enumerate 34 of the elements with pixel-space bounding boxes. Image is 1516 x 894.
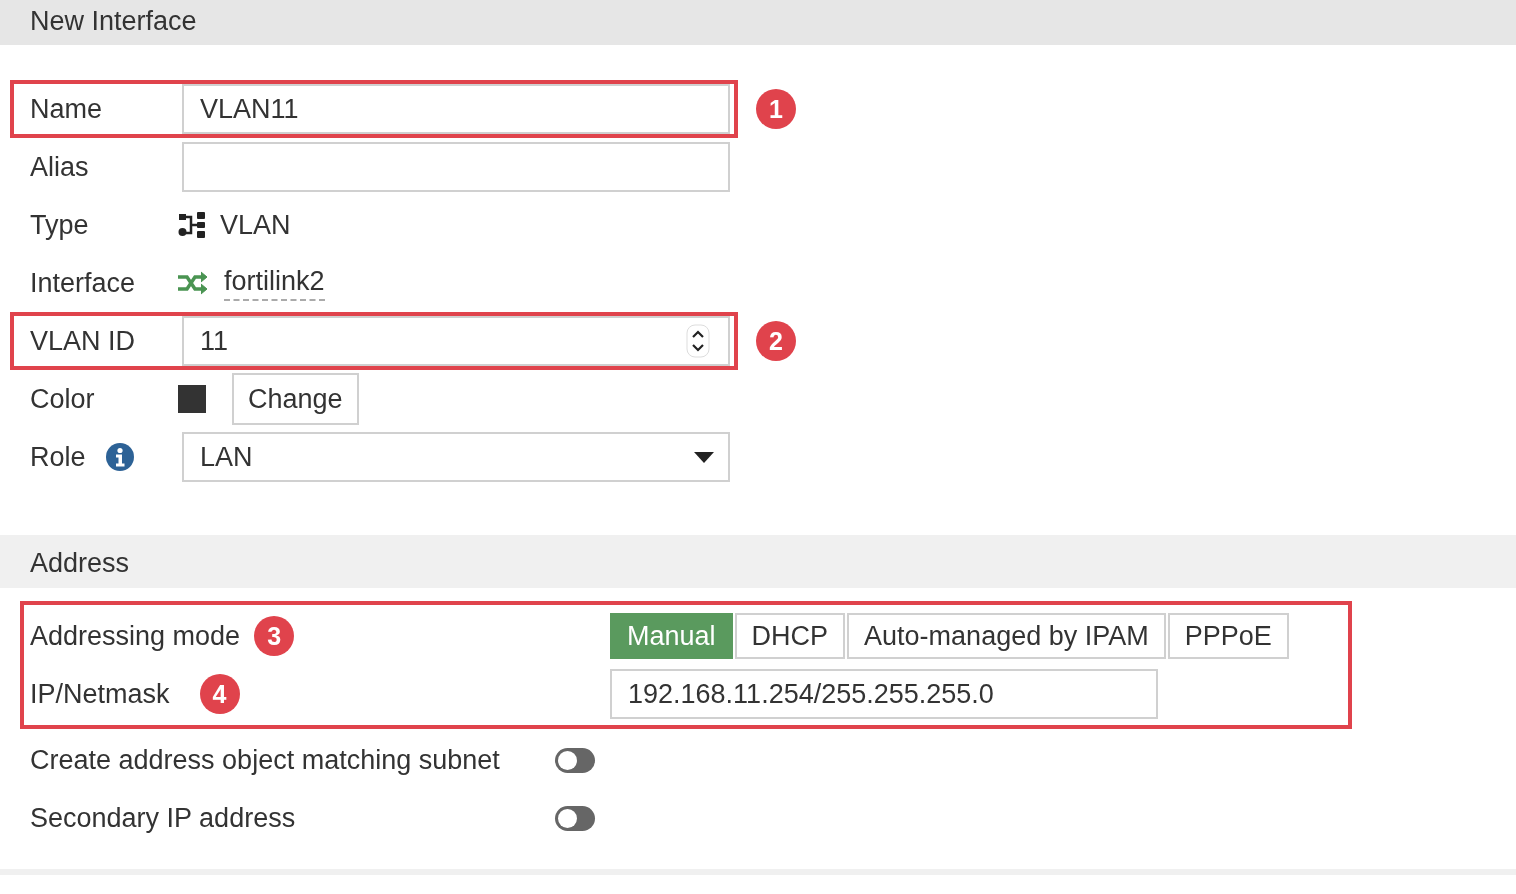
field-label: Type [30, 209, 89, 241]
text-field[interactable]: VLAN11 [182, 84, 730, 134]
ip-netmask-field[interactable]: 192.168.11.254/255.255.255.0 [610, 669, 1158, 719]
spinner-icon[interactable] [686, 324, 710, 358]
info-icon[interactable] [105, 443, 134, 471]
step-badge: 4 [199, 674, 240, 714]
interface-link[interactable]: fortilink2 [224, 265, 325, 301]
toggle-label: Create address object matching subnet [30, 744, 501, 776]
text-field[interactable] [182, 142, 730, 192]
toggle-label: Secondary IP address [30, 802, 297, 834]
mode-option[interactable]: Auto-managed by IPAM [847, 613, 1166, 659]
step-badge: 1 [756, 89, 796, 129]
caret-icon [694, 451, 714, 463]
field-label: Addressing mode [30, 620, 241, 652]
mode-option[interactable]: PPPoE [1167, 613, 1289, 659]
step-badge: 3 [254, 616, 295, 656]
field-label: Color [30, 383, 95, 415]
field-label: VLAN ID [30, 325, 136, 357]
type-value: VLAN [220, 209, 291, 241]
toggle-switch[interactable] [555, 805, 595, 831]
toggle-switch[interactable] [555, 747, 595, 773]
field-label: IP/Netmask [30, 678, 170, 710]
step-badge: 2 [756, 321, 796, 361]
change-button[interactable]: Change [232, 373, 359, 425]
field-label: Role [30, 441, 86, 473]
field-label: Name [30, 93, 103, 125]
number-field[interactable]: 11 [182, 316, 730, 366]
field-label: Interface [30, 267, 136, 299]
role-dropdown[interactable]: LAN [182, 432, 730, 482]
vlan-icon [178, 211, 208, 239]
section-header: Address [0, 535, 1516, 588]
field-label: Alias [30, 151, 89, 183]
page-header: New Interface [0, 0, 1516, 45]
mode-option[interactable]: DHCP [734, 613, 846, 659]
